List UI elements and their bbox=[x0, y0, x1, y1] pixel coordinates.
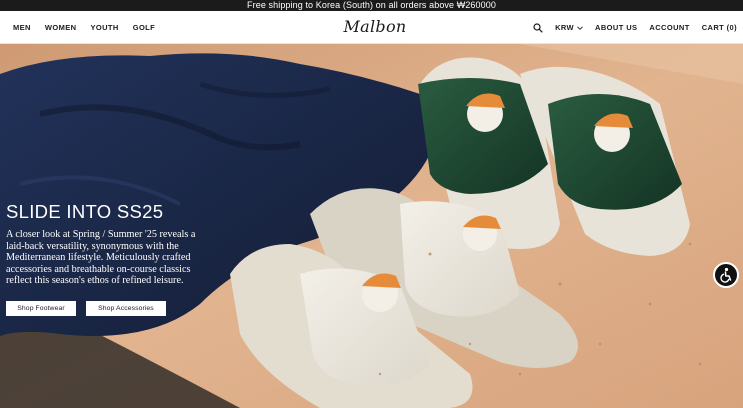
hero-copy: SLIDE INTO SS25 A closer look at Spring … bbox=[6, 201, 221, 287]
accessibility-icon bbox=[720, 267, 732, 283]
hero-banner: SLIDE INTO SS25 A closer look at Spring … bbox=[0, 44, 743, 408]
nav-women[interactable]: WOMEN bbox=[45, 23, 77, 32]
hero-cta-group: Shop Footwear Shop Accessories bbox=[6, 301, 166, 316]
brand-logo[interactable]: Malbon bbox=[340, 16, 410, 38]
currency-selector[interactable]: KRW bbox=[555, 23, 583, 32]
promo-text: Free shipping to Korea (South) on all or… bbox=[247, 0, 496, 10]
nav-youth[interactable]: YOUTH bbox=[90, 23, 118, 32]
promo-banner: Free shipping to Korea (South) on all or… bbox=[0, 0, 743, 11]
chevron-down-icon bbox=[577, 25, 583, 30]
utility-nav: KRW ABOUT US ACCOUNT CART (0) bbox=[533, 11, 737, 44]
hero-title: SLIDE INTO SS25 bbox=[6, 201, 164, 222]
shop-accessories-button[interactable]: Shop Accessories bbox=[86, 301, 166, 316]
nav-about-us[interactable]: ABOUT US bbox=[595, 23, 637, 32]
nav-golf[interactable]: GOLF bbox=[133, 23, 155, 32]
search-icon[interactable] bbox=[533, 22, 543, 33]
primary-nav: MEN WOMEN YOUTH GOLF bbox=[13, 11, 155, 44]
nav-account[interactable]: ACCOUNT bbox=[649, 23, 689, 32]
nav-cart[interactable]: CART (0) bbox=[702, 23, 737, 32]
nav-men[interactable]: MEN bbox=[13, 23, 31, 32]
shop-footwear-button[interactable]: Shop Footwear bbox=[6, 301, 76, 316]
currency-label: KRW bbox=[555, 23, 575, 32]
site-header: MEN WOMEN YOUTH GOLF Malbon KRW ABOUT US… bbox=[0, 11, 743, 44]
hero-description: A closer look at Spring / Summer '25 rev… bbox=[6, 229, 196, 287]
accessibility-button[interactable] bbox=[713, 262, 739, 288]
